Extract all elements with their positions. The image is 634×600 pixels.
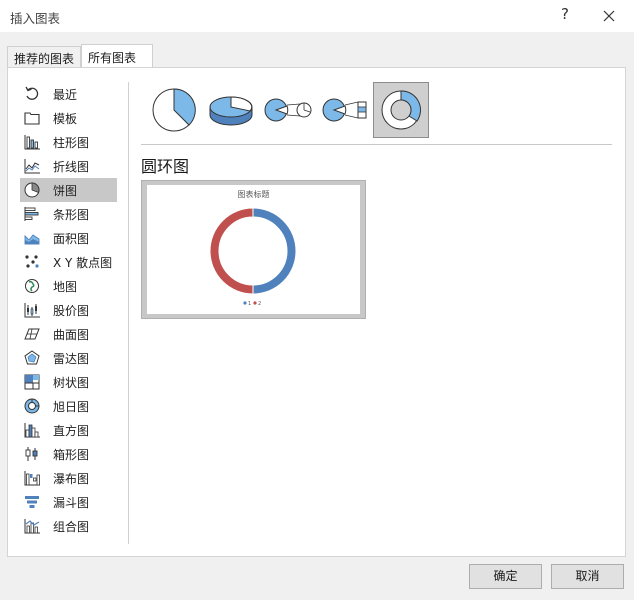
bar-of-pie-icon [322, 98, 367, 122]
window-title: 插入图表 [10, 11, 61, 26]
legend-marker-2 [253, 301, 257, 305]
map-chart-icon [25, 279, 39, 293]
3d-pie-icon [209, 96, 253, 126]
funnel-chart-icon [25, 496, 39, 508]
nav-item-scatter[interactable]: X Y 散点图 [20, 250, 117, 274]
folder-icon [24, 112, 40, 125]
nav-item-label: 模板 [53, 112, 78, 126]
doughnut-chart: 12 [209, 207, 297, 307]
nav-item-label: 瀑布图 [53, 472, 90, 486]
chart-preview[interactable]: 图表标题 12 [141, 180, 366, 319]
nav-item-surface[interactable]: 曲面图 [20, 322, 117, 346]
nav-item-area[interactable]: 面积图 [20, 226, 117, 250]
nav-item-recent[interactable]: 最近 [20, 82, 117, 106]
tab-recommended-charts[interactable]: 推荐的图表 [7, 46, 81, 67]
nav-item-sunburst[interactable]: 旭日图 [20, 394, 117, 418]
legend-label-2: 2 [258, 301, 261, 307]
combo-chart-icon [24, 519, 40, 534]
horizontal-divider [141, 144, 612, 145]
nav-item-label: 组合图 [53, 520, 90, 534]
nav-item-label: 漏斗图 [53, 496, 90, 510]
nav-item-templates[interactable]: 模板 [20, 106, 117, 130]
nav-item-radar[interactable]: 雷达图 [20, 346, 117, 370]
nav-item-histogram[interactable]: 直方图 [20, 418, 117, 442]
legend-label-1: 1 [248, 301, 251, 307]
chart-type-list: 最近 模板 柱形图 折线图 饼图 条形图 面积图 X Y 散点图 地图 股价图 … [20, 82, 118, 538]
nav-item-bar[interactable]: 条形图 [20, 202, 117, 226]
chart-preview-canvas: 图表标题 12 [147, 185, 360, 314]
nav-item-label: 箱形图 [53, 448, 90, 462]
subtype-3d-pie[interactable] [203, 82, 259, 138]
close-icon [603, 10, 615, 22]
recent-icon [25, 86, 39, 100]
chart-type-title: 圆环图 [141, 157, 190, 176]
nav-item-treemap[interactable]: 树状图 [20, 370, 117, 394]
tab-all-charts[interactable]: 所有图表 [81, 44, 153, 68]
nav-item-label: 树状图 [53, 376, 90, 390]
nav-item-label: 面积图 [53, 232, 90, 246]
nav-item-label: 条形图 [53, 208, 90, 222]
vertical-divider [128, 82, 129, 544]
title-bar: 插入图表 ? [0, 0, 634, 32]
subtype-doughnut[interactable] [373, 82, 429, 138]
pie-chart-icon [24, 182, 40, 198]
ok-button[interactable]: 确定 [469, 564, 542, 589]
subtype-pie[interactable] [146, 82, 202, 138]
doughnut-slice-1 [252, 207, 297, 295]
subtype-bar-of-pie[interactable] [317, 82, 373, 138]
subtype-pie-of-pie[interactable] [260, 82, 316, 138]
area-chart-icon [24, 234, 40, 245]
radar-chart-icon [24, 350, 40, 365]
nav-item-stock[interactable]: 股价图 [20, 298, 117, 322]
nav-item-funnel[interactable]: 漏斗图 [20, 490, 117, 514]
line-chart-icon [24, 159, 40, 174]
nav-item-label: 直方图 [53, 424, 90, 438]
nav-item-label: 地图 [53, 280, 78, 294]
help-button[interactable]: ? [555, 5, 575, 25]
nav-item-pie[interactable]: 饼图 [20, 178, 117, 202]
box-whisker-chart-icon [25, 447, 38, 461]
nav-item-label: 最近 [53, 88, 78, 102]
column-chart-icon [24, 135, 40, 150]
treemap-chart-icon [24, 374, 40, 390]
pie-icon [152, 88, 196, 132]
close-button[interactable] [598, 5, 620, 27]
doughnut-icon [381, 90, 421, 130]
nav-item-line[interactable]: 折线图 [20, 154, 117, 178]
sunburst-chart-icon [24, 398, 40, 414]
legend-marker-1 [243, 301, 247, 305]
scatter-chart-icon [25, 255, 39, 268]
nav-item-box-whisker[interactable]: 箱形图 [20, 442, 117, 466]
nav-item-label: 旭日图 [53, 400, 90, 414]
nav-item-label: 股价图 [53, 304, 90, 318]
nav-item-label: 折线图 [53, 160, 90, 174]
histogram-chart-icon [24, 423, 40, 438]
chart-panel: 最近 模板 柱形图 折线图 饼图 条形图 面积图 X Y 散点图 地图 股价图 … [7, 67, 626, 557]
nav-item-label: 曲面图 [53, 328, 90, 342]
bar-chart-icon [24, 207, 39, 221]
nav-item-waterfall[interactable]: 瀑布图 [20, 466, 117, 490]
pie-of-pie-icon [264, 98, 312, 122]
nav-item-combo[interactable]: 组合图 [20, 514, 117, 538]
nav-item-map[interactable]: 地图 [20, 274, 117, 298]
nav-item-label: 柱形图 [53, 136, 90, 150]
nav-item-column[interactable]: 柱形图 [20, 130, 117, 154]
nav-item-label: 饼图 [53, 184, 78, 198]
nav-item-label: X Y 散点图 [53, 256, 113, 270]
waterfall-chart-icon [24, 471, 40, 486]
surface-chart-icon [24, 328, 40, 340]
nav-item-label: 雷达图 [53, 352, 90, 366]
doughnut-slice-2 [209, 207, 254, 295]
stock-chart-icon [24, 303, 40, 318]
cancel-button[interactable]: 取消 [551, 564, 624, 589]
